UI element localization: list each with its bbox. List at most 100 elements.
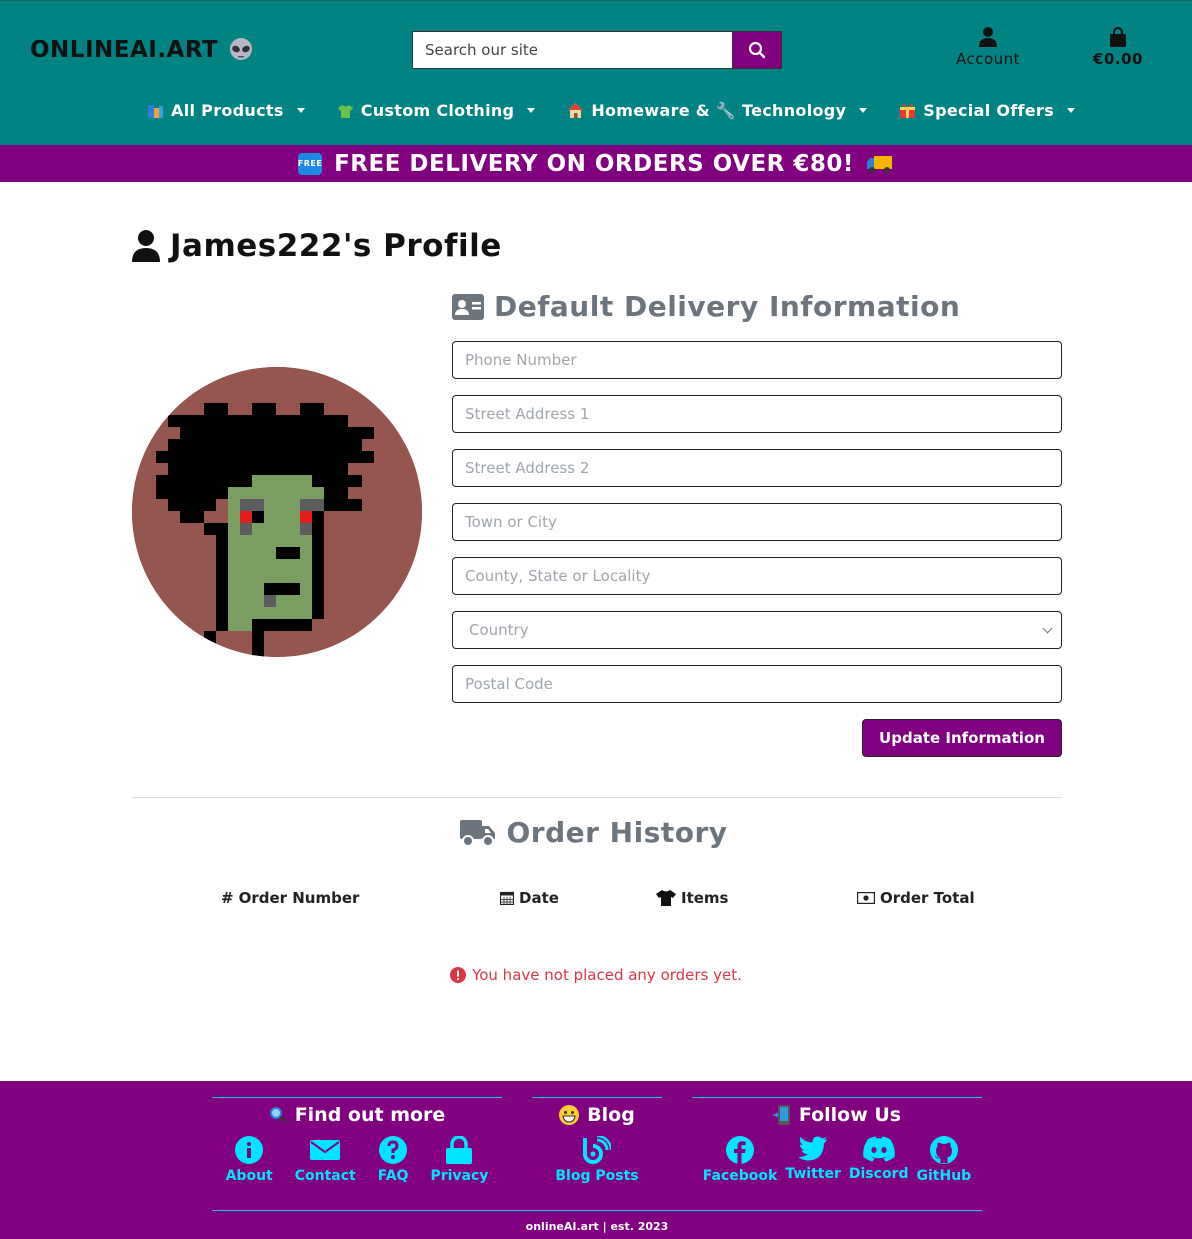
calendar-icon	[500, 891, 514, 905]
facebook-icon	[726, 1136, 755, 1164]
bag-total: €0.00	[1093, 50, 1143, 68]
footer-link-facebook[interactable]: Facebook	[702, 1136, 778, 1184]
shopping-bag-icon	[1110, 27, 1126, 47]
footer-link-twitter[interactable]: Twitter	[785, 1136, 841, 1184]
country-select-value: Country	[469, 621, 529, 639]
page-title: James222's Profile	[132, 228, 502, 264]
footer-heading-text: Follow Us	[798, 1104, 902, 1126]
column-header-order-number: # Order Number	[221, 889, 359, 907]
footer-link-label: Facebook	[702, 1168, 778, 1184]
chevron-down-icon	[296, 108, 305, 113]
column-label: Items	[681, 889, 729, 907]
footer-heading: Blog	[532, 1104, 662, 1126]
free-badge-icon: FREE	[298, 152, 323, 175]
delivery-title-text: Default Delivery Information	[494, 290, 961, 323]
exclamation-circle-icon	[450, 967, 467, 983]
column-header-order-total: Order Total	[857, 889, 975, 907]
blog-icon	[582, 1136, 611, 1164]
footer-link-label: Twitter	[785, 1166, 841, 1182]
books-icon	[148, 105, 164, 118]
footer-links: Blog Posts	[532, 1136, 662, 1184]
update-information-button[interactable]: Update Information	[862, 719, 1062, 757]
street-address-2-field[interactable]	[452, 449, 1062, 487]
footer-heading: Follow Us	[692, 1104, 982, 1126]
site-header: ONLINEAI.ART Account €0.00	[0, 0, 1192, 145]
profile-title-text: James222's Profile	[170, 228, 502, 264]
order-history-title: Order History	[0, 816, 1192, 849]
nav-label: Special Offers	[923, 101, 1054, 120]
grinning-face-icon	[559, 1105, 580, 1125]
footer-link-label: Blog Posts	[555, 1168, 639, 1184]
empty-orders-message: You have not placed any orders yet.	[0, 966, 1192, 984]
footer-link-label: About	[225, 1168, 273, 1184]
tshirt-icon	[337, 105, 353, 118]
lock-icon	[446, 1136, 473, 1164]
search-icon	[748, 41, 766, 59]
county-field[interactable]	[452, 557, 1062, 595]
order-history-title-text: Order History	[506, 816, 728, 849]
site-footer: Find out more About Contact FAQ Privacy …	[0, 1081, 1192, 1239]
column-label: Order Total	[880, 889, 975, 907]
chevron-down-icon	[859, 108, 868, 113]
magnifying-glass-icon	[269, 1107, 286, 1124]
search-form	[412, 31, 782, 69]
delivery-truck-icon	[866, 155, 892, 173]
main-nav: All Products Custom Clothing Homeware & …	[0, 101, 1192, 120]
money-bill-icon	[857, 892, 875, 904]
column-header-date: Date	[500, 889, 559, 907]
account-button[interactable]: Account	[950, 27, 1026, 68]
footer-link-faq[interactable]: FAQ	[378, 1136, 408, 1184]
nav-label: Homeware & 🔧 Technology	[591, 101, 847, 120]
footer-link-github[interactable]: GitHub	[917, 1136, 971, 1184]
footer-link-label: Discord	[848, 1166, 909, 1182]
footer-link-contact[interactable]: Contact	[295, 1136, 356, 1184]
phone-number-field[interactable]	[452, 341, 1062, 379]
discord-icon	[862, 1136, 895, 1162]
search-input[interactable]	[412, 31, 732, 69]
column-label: Order Number	[238, 889, 360, 907]
account-label: Account	[955, 50, 1021, 68]
footer-link-about[interactable]: About	[226, 1136, 273, 1184]
alien-icon	[230, 38, 253, 60]
user-icon	[132, 230, 160, 262]
footer-heading-text: Blog	[587, 1104, 635, 1126]
chevron-down-icon	[1042, 623, 1053, 633]
site-logo[interactable]: ONLINEAI.ART	[30, 37, 254, 63]
search-button[interactable]	[732, 31, 782, 69]
footer-heading: Find out more	[212, 1104, 502, 1126]
footer-link-label: Privacy	[430, 1168, 489, 1184]
nav-special-offers[interactable]: Special Offers	[899, 101, 1075, 120]
footer-link-blog-posts[interactable]: Blog Posts	[555, 1136, 639, 1184]
footer-copyright: onlineAI.art | est. 2023	[212, 1210, 982, 1233]
chevron-down-icon	[527, 108, 536, 113]
banner-text: FREE DELIVERY ON ORDERS OVER €80!	[334, 150, 854, 177]
postal-code-field[interactable]	[452, 665, 1062, 703]
chevron-down-icon	[1066, 108, 1075, 113]
house-icon	[568, 103, 584, 118]
footer-find-out-more: Find out more About Contact FAQ Privacy	[212, 1097, 502, 1184]
nav-homeware-technology[interactable]: Homeware & 🔧 Technology	[567, 101, 868, 120]
town-city-field[interactable]	[452, 503, 1062, 541]
footer-follow-us: Follow Us Facebook Twitter Discord GitHu…	[692, 1097, 982, 1184]
street-address-1-field[interactable]	[452, 395, 1062, 433]
hash-icon: #	[221, 889, 234, 907]
gift-icon	[900, 104, 916, 118]
shopping-bag-button[interactable]: €0.00	[1086, 27, 1150, 68]
mobile-phone-icon	[772, 1105, 790, 1125]
truck-icon	[460, 819, 496, 847]
country-select[interactable]: Country	[452, 611, 1062, 649]
free-delivery-banner: FREE FREE DELIVERY ON ORDERS OVER €80!	[0, 145, 1192, 182]
footer-links: About Contact FAQ Privacy	[212, 1136, 502, 1184]
nav-label: Custom Clothing	[360, 101, 515, 120]
nav-label: All Products	[171, 101, 284, 120]
nav-custom-clothing[interactable]: Custom Clothing	[337, 101, 536, 120]
footer-link-discord[interactable]: Discord	[849, 1136, 909, 1184]
nav-all-products[interactable]: All Products	[147, 101, 305, 120]
column-header-items: Items	[656, 889, 728, 907]
footer-heading-text: Find out more	[294, 1104, 446, 1126]
footer-link-privacy[interactable]: Privacy	[430, 1136, 488, 1184]
footer-links: Facebook Twitter Discord GitHub	[692, 1136, 982, 1184]
avatar	[132, 367, 422, 657]
id-card-icon	[452, 293, 484, 320]
info-circle-icon	[235, 1136, 264, 1164]
